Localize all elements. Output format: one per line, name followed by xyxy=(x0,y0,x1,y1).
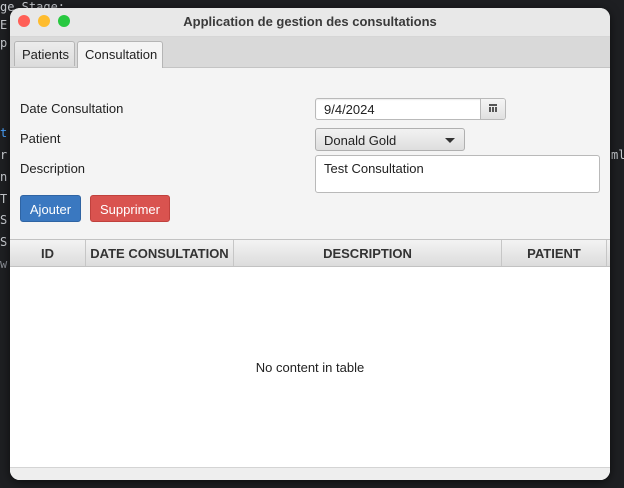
calendar-button[interactable] xyxy=(480,99,505,119)
calendar-icon xyxy=(489,104,497,112)
code-line: E xyxy=(0,18,8,32)
code-line: T xyxy=(0,192,8,206)
code-line: ml xyxy=(611,148,624,162)
date-consultation-input[interactable] xyxy=(316,99,488,119)
patient-selected-value: Donald Gold xyxy=(324,133,397,148)
delete-button[interactable]: Supprimer xyxy=(90,195,170,222)
description-textarea[interactable]: Test Consultation xyxy=(315,155,600,193)
chevron-down-icon xyxy=(445,138,455,143)
column-header-date[interactable]: DATE CONSULTATION xyxy=(86,240,234,266)
tab-bar: Patients Consultation xyxy=(10,37,610,68)
app-window: Application de gestion des consultations… xyxy=(10,8,610,480)
code-line: t xyxy=(0,126,8,140)
code-line: w xyxy=(0,257,8,271)
table-empty-placeholder: No content in table xyxy=(255,360,365,375)
patient-select[interactable]: Donald Gold xyxy=(315,128,465,151)
code-line: r xyxy=(0,148,8,162)
window-title: Application de gestion des consultations xyxy=(183,14,437,29)
horizontal-scrollbar[interactable] xyxy=(10,467,610,480)
code-line: S xyxy=(0,235,8,249)
title-bar: Application de gestion des consultations xyxy=(10,8,610,37)
code-line: p xyxy=(0,36,8,50)
code-line: S xyxy=(0,213,8,227)
description-label: Description xyxy=(20,161,86,176)
add-button[interactable]: Ajouter xyxy=(20,195,81,222)
column-header-id[interactable]: ID xyxy=(10,240,86,266)
patient-label: Patient xyxy=(20,131,61,146)
date-picker[interactable] xyxy=(315,98,506,120)
code-line: n xyxy=(0,170,8,184)
column-header-description[interactable]: DESCRIPTION xyxy=(234,240,502,266)
consultations-table[interactable]: ID DATE CONSULTATION DESCRIPTION PATIENT… xyxy=(10,239,610,480)
tab-patients[interactable]: Patients xyxy=(14,41,75,66)
consultation-form: Date Consultation Patient Donald Gold De… xyxy=(10,68,610,240)
column-header-patient[interactable]: PATIENT xyxy=(502,240,607,266)
tab-consultation[interactable]: Consultation xyxy=(77,41,163,68)
date-consultation-label: Date Consultation xyxy=(20,101,124,116)
table-header: ID DATE CONSULTATION DESCRIPTION PATIENT xyxy=(10,240,610,267)
